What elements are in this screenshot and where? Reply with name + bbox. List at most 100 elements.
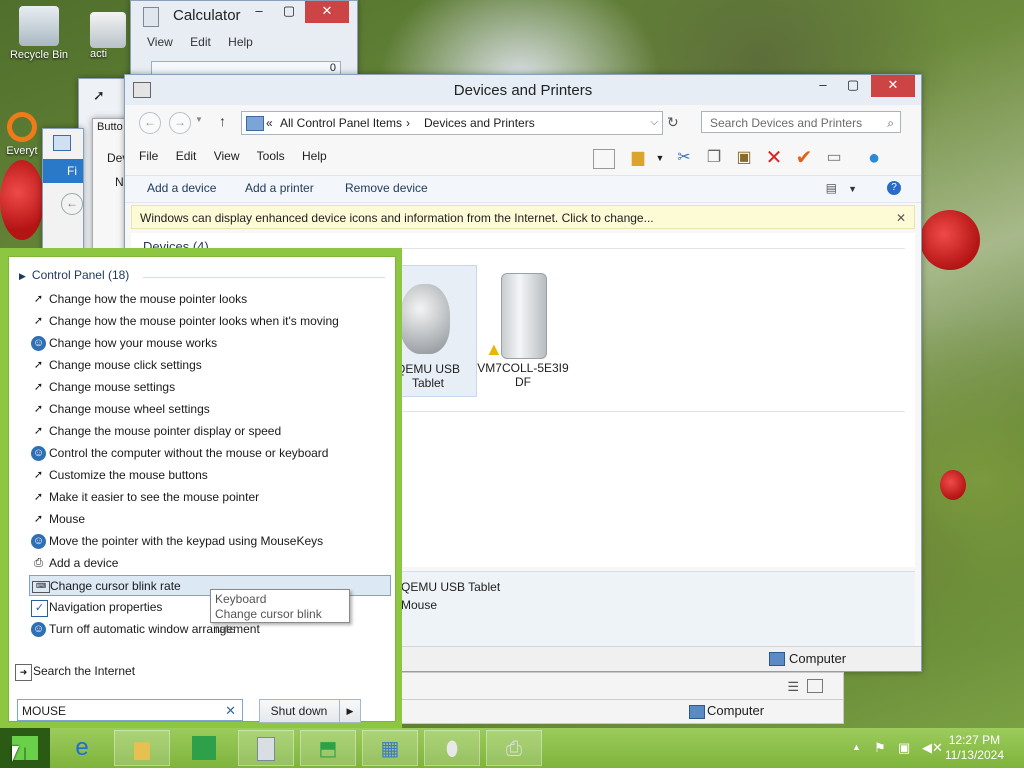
result-item[interactable]: ➚ Change how the mouse pointer looks when… xyxy=(29,311,391,332)
remove-device-button[interactable]: Remove device xyxy=(345,181,428,195)
delete-icon[interactable]: ✕ xyxy=(763,147,785,169)
start-button[interactable] xyxy=(0,728,50,768)
minimize-button[interactable]: – xyxy=(245,1,273,23)
search-internet-item[interactable]: ➜ Search the Internet xyxy=(13,661,375,682)
details-view-icon[interactable]: ☰ xyxy=(787,679,799,695)
background-window-statusbar[interactable]: ☰ Computer xyxy=(400,672,844,724)
add-device-button[interactable]: Add a device xyxy=(147,181,216,195)
calculator-window[interactable]: Calculator – ▢ ✕ View Edit Help 0 xyxy=(130,0,358,78)
breadcrumb-devices[interactable]: Devices and Printers xyxy=(424,112,535,134)
menu-help[interactable]: Help xyxy=(228,35,253,49)
store-taskbar-button[interactable] xyxy=(176,730,232,766)
control-panel-taskbar-button[interactable]: ▦ xyxy=(362,730,418,766)
info-bar[interactable]: Windows can display enhanced device icon… xyxy=(131,205,915,229)
close-button[interactable]: ✕ xyxy=(871,75,915,97)
title-bar[interactable]: Devices and Printers – ▢ ✕ xyxy=(125,75,921,105)
ease-of-access-icon: ☺ xyxy=(31,534,46,549)
back-arrow-icon[interactable]: ← xyxy=(61,193,83,215)
menu-view[interactable]: View xyxy=(214,149,240,163)
menu-file[interactable]: File xyxy=(139,149,158,163)
paste-icon[interactable]: ▣ xyxy=(733,147,755,169)
group-header-control-panel[interactable]: ▶ Control Panel (18) xyxy=(19,268,129,282)
result-item[interactable]: ⎙ Add a device xyxy=(29,553,391,574)
search-icon[interactable]: ⌕ xyxy=(887,112,894,134)
result-item[interactable]: ➚ Change the mouse pointer display or spe… xyxy=(29,421,391,442)
checkmark-icon[interactable]: ✔ xyxy=(793,147,815,169)
task-manager-taskbar-button[interactable]: ⬒ xyxy=(300,730,356,766)
dropdown-arrow-icon[interactable]: ▼ xyxy=(649,147,671,169)
control-panel-icon xyxy=(246,116,264,131)
desktop-icon-label: Everyt xyxy=(6,145,38,157)
result-item[interactable]: ☺ Change how your mouse works xyxy=(29,333,391,354)
clear-search-icon[interactable]: ✕ xyxy=(225,700,236,722)
file-explorer-taskbar-button[interactable]: ▆ xyxy=(114,730,170,766)
desktop-icon-recycle-bin[interactable]: Recycle Bin xyxy=(2,6,76,61)
close-button[interactable]: ✕ xyxy=(305,1,349,23)
menu-edit[interactable]: Edit xyxy=(190,35,211,49)
search-box[interactable]: Search Devices and Printers ⌕ xyxy=(701,111,901,133)
result-label: Change mouse settings xyxy=(49,380,176,394)
result-item[interactable]: ➚ Make it easier to see the mouse pointer xyxy=(29,487,391,508)
menu-view[interactable]: View xyxy=(147,35,173,49)
recent-pages-dropdown-icon[interactable]: ▼ xyxy=(195,115,203,124)
mouse-properties-taskbar-button[interactable]: ⬮ xyxy=(424,730,480,766)
cut-icon[interactable]: ✂ xyxy=(673,147,695,169)
minimize-button[interactable]: – xyxy=(809,75,837,97)
maximize-button[interactable]: ▢ xyxy=(275,1,303,23)
maximize-button[interactable]: ▢ xyxy=(839,75,867,97)
help-icon[interactable]: ? xyxy=(887,181,901,195)
address-dropdown-icon[interactable]: ⌵ xyxy=(650,112,658,134)
result-item[interactable]: ➚ Change mouse wheel settings xyxy=(29,399,391,420)
address-bar[interactable]: « All Control Panel Items › Devices and … xyxy=(241,111,663,135)
volume-muted-icon[interactable]: ◀✕ xyxy=(922,740,943,756)
show-hidden-icons-icon[interactable]: ▲ xyxy=(852,742,861,752)
breadcrumb-control-panel[interactable]: All Control Panel Items xyxy=(280,112,402,134)
add-printer-button[interactable]: Add a printer xyxy=(245,181,314,195)
ribbon-file-tab[interactable]: Fi xyxy=(43,159,83,183)
up-arrow-icon[interactable]: ↑ xyxy=(219,113,226,129)
globe-icon[interactable]: ● xyxy=(863,147,885,169)
computer-device-icon xyxy=(501,273,547,359)
network-icon[interactable]: ▣ xyxy=(898,740,910,756)
close-icon[interactable]: ✕ xyxy=(896,206,906,230)
result-item[interactable]: ☺ Control the computer without the mouse … xyxy=(29,443,391,464)
refresh-icon[interactable]: ↻ xyxy=(667,114,679,131)
view-dropdown-icon[interactable]: ▼ xyxy=(848,184,857,194)
dialog-button-label[interactable]: Butto xyxy=(97,121,123,133)
result-item[interactable]: ➚ Change how the mouse pointer looks xyxy=(29,289,391,310)
info-bar-text: Windows can display enhanced device icon… xyxy=(140,211,654,225)
shutdown-button[interactable]: Shut down ▶ xyxy=(259,699,361,723)
start-search-input[interactable]: MOUSE ✕ xyxy=(17,699,243,721)
computer-icon xyxy=(769,652,785,666)
menu-tools[interactable]: Tools xyxy=(257,149,285,163)
back-button[interactable]: ← xyxy=(139,112,161,134)
device-tile-computer[interactable]: ▲ VM7COLL-5E3I9DF xyxy=(475,265,571,395)
mouse-pointer-icon: ➚ xyxy=(33,513,44,525)
layout-pane-icon[interactable] xyxy=(593,149,615,169)
result-item[interactable]: ➚ Change mouse click settings xyxy=(29,355,391,376)
folder-check-icon[interactable]: ▆ xyxy=(627,147,649,169)
view-options-icon[interactable]: ▤ xyxy=(826,181,837,195)
result-item[interactable]: ➚ Mouse xyxy=(29,509,391,530)
desktop-icon-settings[interactable]: acti xyxy=(90,12,132,60)
large-icons-view-icon[interactable] xyxy=(807,679,823,693)
shutdown-options-arrow-icon[interactable]: ▶ xyxy=(339,700,360,722)
copy-icon[interactable]: ❐ xyxy=(703,147,725,169)
result-item[interactable]: ➚ Change mouse settings xyxy=(29,377,391,398)
result-label: Search the Internet xyxy=(33,664,136,678)
system-clock[interactable]: 12:27 PM 11/13/2024 xyxy=(945,733,1004,763)
desktop-icon-everything[interactable]: Everyt xyxy=(0,112,44,157)
menu-help[interactable]: Help xyxy=(302,149,327,163)
action-center-flag-icon[interactable]: ⚑ xyxy=(874,740,886,756)
checkbox-icon: ✓ xyxy=(31,600,48,617)
devices-taskbar-button[interactable]: ⎙ xyxy=(486,730,542,766)
tooltip-text: Change cursor blink rate xyxy=(215,607,322,636)
result-item[interactable]: ➚ Customize the mouse buttons xyxy=(29,465,391,486)
internet-explorer-icon[interactable]: e xyxy=(54,730,110,766)
menu-edit[interactable]: Edit xyxy=(176,149,197,163)
calculator-taskbar-button[interactable] xyxy=(238,730,294,766)
background-window[interactable]: Fi ← xyxy=(42,128,84,260)
result-item[interactable]: ☺ Move the pointer with the keypad using … xyxy=(29,531,391,552)
properties-icon[interactable]: ▭ xyxy=(823,147,845,169)
forward-button[interactable]: → xyxy=(169,112,191,134)
